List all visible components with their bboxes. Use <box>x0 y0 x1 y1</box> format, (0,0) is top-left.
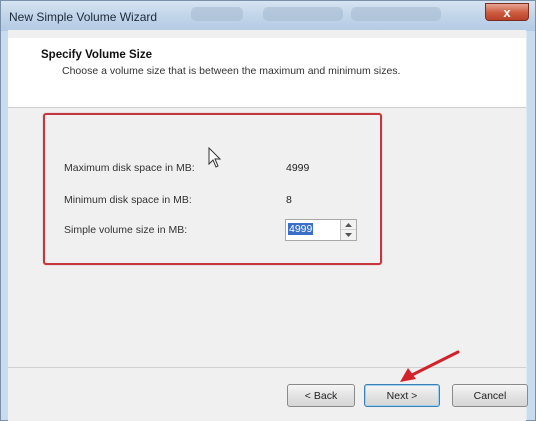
page-title: Specify Volume Size <box>41 49 152 61</box>
cancel-button[interactable]: Cancel <box>452 384 528 407</box>
mouse-cursor-icon <box>208 147 222 168</box>
window-frame-right <box>527 31 535 420</box>
next-button[interactable]: Next > <box>364 384 440 407</box>
window-title: New Simple Volume Wizard <box>9 10 158 24</box>
close-button[interactable]: x <box>485 3 529 21</box>
annotation-highlight-box <box>43 113 382 265</box>
close-icon: x <box>503 4 511 20</box>
wizard-header: Specify Volume Size Choose a volume size… <box>8 38 526 108</box>
back-button[interactable]: < Back <box>287 384 355 407</box>
blurred-title-region <box>351 7 441 21</box>
title-bar[interactable]: New Simple Volume Wizard x <box>1 1 535 31</box>
page-subtitle: Choose a volume size that is between the… <box>62 65 401 77</box>
annotation-arrow-icon <box>400 350 460 382</box>
blurred-title-region <box>191 7 243 21</box>
blurred-title-region <box>263 7 343 21</box>
